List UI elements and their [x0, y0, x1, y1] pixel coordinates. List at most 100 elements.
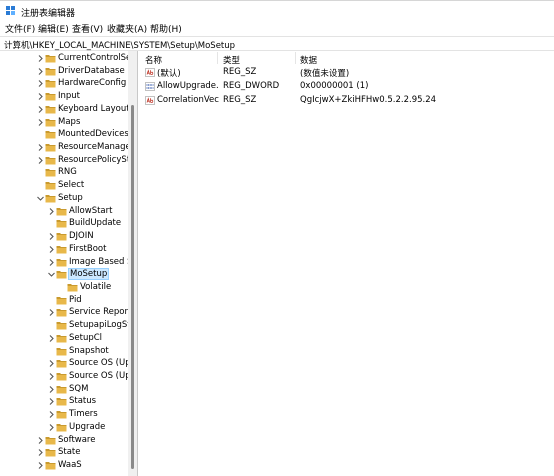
tree-item[interactable]: ResourcePolicySto — [0, 154, 135, 167]
tree-item-label: DJOIN — [69, 231, 94, 242]
chevron-right-icon[interactable] — [36, 461, 45, 470]
chevron-right-icon[interactable] — [47, 385, 56, 394]
chevron-right-icon[interactable] — [47, 423, 56, 432]
menu-help[interactable]: 帮助(H) — [150, 22, 182, 35]
tree-item[interactable]: Software — [0, 434, 130, 447]
chevron-right-icon[interactable] — [47, 308, 56, 317]
tree-item[interactable]: Keyboard Layout — [0, 103, 130, 116]
tree-item[interactable]: SetupCl — [0, 332, 130, 345]
tree-item[interactable]: AllowStart — [0, 205, 130, 218]
tree-item-label: Setup — [58, 192, 83, 203]
tree-item[interactable]: MountedDevices — [0, 128, 130, 141]
folder-icon — [45, 194, 56, 203]
tree-item[interactable]: Service Reportin — [0, 306, 137, 319]
tree-item-label: Input — [58, 91, 81, 102]
chevron-right-icon[interactable] — [36, 105, 45, 114]
folder-icon — [56, 309, 67, 317]
tree-item[interactable]: DriverDatabase — [0, 65, 130, 78]
tree-item[interactable]: CurrentControlSet — [0, 52, 135, 65]
tree-item[interactable]: MoSetup — [0, 268, 130, 281]
folder-icon — [56, 271, 67, 279]
tree-item[interactable]: BuildUpdate — [0, 217, 130, 230]
tree-item[interactable]: Image Based Se — [0, 256, 137, 269]
tree-item-label: Maps — [58, 116, 81, 127]
chevron-right-icon[interactable] — [36, 448, 45, 457]
tree-item[interactable]: WaaS — [0, 459, 130, 472]
chevron-right-icon[interactable] — [36, 79, 45, 88]
tree-pane[interactable]: CurrentControlSet DriverDatabase HardwareC… — [0, 51, 138, 476]
chevron-right-icon[interactable] — [47, 207, 56, 216]
address-path[interactable]: 计算机\HKEY_LOCAL_MACHINE\SYSTEM\Setup\MoSe… — [4, 39, 235, 51]
tree-item-label: Source OS (Upc — [69, 358, 136, 369]
chevron-right-icon[interactable] — [47, 245, 56, 254]
tree-item[interactable]: HardwareConfig — [0, 77, 130, 90]
values-list[interactable]: 名称 类型 数据 (默认) REG_SZ (数值未设置) AllowUpgrade..… — [139, 51, 554, 476]
tree-item[interactable]: Status — [0, 395, 130, 408]
tree-item[interactable]: ResourceManager — [0, 141, 134, 154]
tree-item[interactable]: RNG — [0, 166, 130, 179]
folder-icon — [45, 131, 56, 139]
tree-item[interactable]: Volatile — [0, 281, 130, 294]
list-row[interactable]: (默认) REG_SZ (数值未设置) — [139, 66, 554, 79]
chevron-right-icon[interactable] — [36, 118, 45, 127]
tree-item[interactable]: FirstBoot — [0, 243, 130, 256]
chevron-right-icon[interactable] — [47, 258, 56, 267]
column-divider[interactable] — [295, 52, 296, 64]
tree-item[interactable]: Upgrade — [0, 421, 130, 434]
tree-item[interactable]: Timers — [0, 408, 130, 421]
folder-icon — [56, 245, 67, 254]
tree-item[interactable]: SQM — [0, 383, 130, 396]
menu-file[interactable]: 文件(F) — [5, 22, 35, 35]
folder-icon — [56, 233, 67, 241]
tree-item[interactable]: Setup — [0, 192, 130, 205]
column-header-data[interactable]: 数据 — [300, 54, 317, 66]
folder-icon — [56, 423, 67, 432]
tree-item[interactable]: State — [0, 446, 130, 459]
menu-edit[interactable]: 编辑(E) — [38, 22, 69, 35]
folder-icon — [56, 398, 67, 406]
tree-item[interactable]: Snapshot — [0, 345, 130, 358]
tree-item-label: WaaS — [58, 460, 82, 471]
binary-value-icon — [145, 82, 155, 91]
tree-item[interactable]: Maps — [0, 116, 130, 129]
chevron-right-icon[interactable] — [47, 232, 56, 241]
tree-scrollbar[interactable] — [128, 51, 137, 476]
chevron-right-icon[interactable] — [36, 143, 45, 152]
chevron-right-icon[interactable] — [47, 359, 56, 368]
column-header-name[interactable]: 名称 — [145, 54, 162, 66]
chevron-right-icon[interactable] — [47, 397, 56, 406]
chevron-right-icon[interactable] — [47, 372, 56, 381]
tree-item[interactable]: Pid — [0, 294, 130, 307]
folder-icon — [45, 169, 56, 177]
menu-favorites[interactable]: 收藏夹(A) — [107, 22, 147, 35]
tree-item[interactable]: Source OS (Upc — [0, 370, 135, 383]
column-divider[interactable] — [217, 52, 218, 64]
value-name: AllowUpgrade... — [157, 81, 219, 91]
address-bar[interactable]: 计算机\HKEY_LOCAL_MACHINE\SYSTEM\Setup\MoSe… — [0, 36, 554, 51]
chevron-right-icon[interactable] — [47, 410, 56, 419]
tree-item[interactable]: Input — [0, 90, 130, 103]
value-data: 0x00000001 (1) — [300, 81, 369, 91]
tree-scrollbar-thumb[interactable] — [131, 105, 134, 469]
chevron-right-icon[interactable] — [36, 92, 45, 101]
folder-icon — [45, 436, 56, 445]
string-value-icon — [145, 96, 155, 105]
tree-item-label: Status — [69, 396, 97, 407]
chevron-down-icon[interactable] — [36, 194, 45, 203]
value-type: REG_SZ — [223, 95, 257, 105]
chevron-right-icon[interactable] — [36, 436, 45, 445]
tree-item[interactable]: DJOIN — [0, 230, 130, 243]
menu-view[interactable]: 查看(V) — [72, 22, 103, 35]
column-header-type[interactable]: 类型 — [223, 54, 240, 66]
chevron-down-icon[interactable] — [47, 270, 56, 279]
chevron-right-icon[interactable] — [36, 156, 45, 165]
tree-item[interactable]: Select — [0, 179, 130, 192]
list-row[interactable]: CorrelationVec... REG_SZ QgIcjwX+ZkiHFHw0.… — [139, 94, 554, 107]
chevron-right-icon[interactable] — [36, 54, 45, 63]
list-row[interactable]: AllowUpgrade... REG_DWORD 0x00000001 (1) — [139, 80, 554, 93]
tree-item-label: Source OS (Upc — [69, 371, 136, 381]
chevron-right-icon[interactable] — [47, 334, 56, 343]
tree-item[interactable]: SetupapiLogSta — [0, 319, 136, 332]
chevron-right-icon[interactable] — [36, 67, 45, 76]
tree-item[interactable]: Source OS (Upc — [0, 357, 135, 370]
